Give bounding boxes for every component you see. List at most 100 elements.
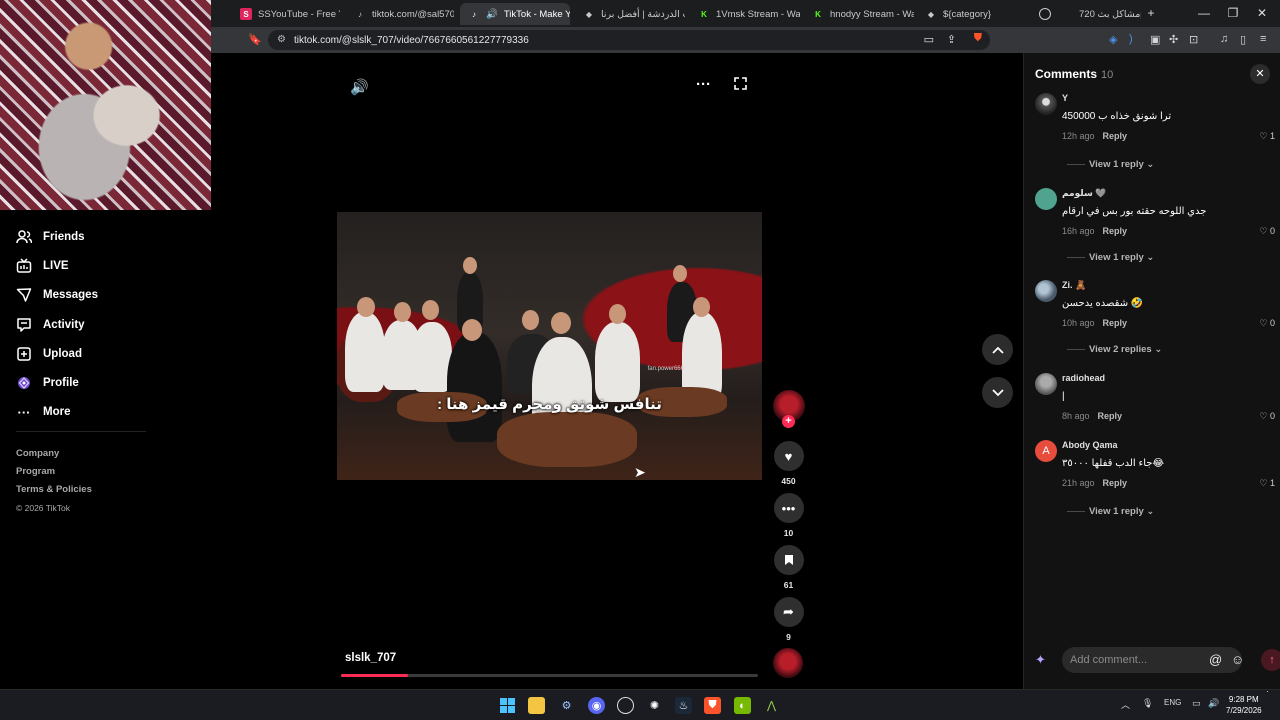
heart-icon[interactable]: ♥	[773, 441, 804, 471]
tab-stream-issues[interactable]: مشاكل بث 720p	[1031, 3, 1141, 25]
tab-tiktok-sal570[interactable]: ♪ tiktok.com/@sal570/vi	[346, 3, 454, 25]
share-icon[interactable]: ⇪	[947, 33, 956, 46]
system-clock[interactable]: 9:28 PM 7/29/2026	[1226, 694, 1262, 716]
file-explorer-icon[interactable]	[528, 697, 545, 714]
bookmark-icon[interactable]	[773, 545, 804, 575]
app-circle-icon[interactable]	[617, 697, 634, 714]
video-author[interactable]: slslk_707	[345, 652, 396, 664]
avatar[interactable]: A	[1035, 440, 1057, 462]
more-options-icon[interactable]: ···	[696, 76, 711, 93]
url-field[interactable]: ⚙ tiktok.com/@slslk_707/video/7667660561…	[268, 30, 990, 50]
company-link[interactable]: Company	[16, 445, 92, 463]
media-icon[interactable]: ♫	[1220, 33, 1228, 45]
network-icon[interactable]: ▭	[1192, 698, 1201, 709]
reply-button[interactable]: Reply	[1103, 226, 1128, 236]
sidebar-item-more[interactable]: ··· More	[0, 398, 211, 427]
nvidia-icon[interactable]: ◐	[734, 697, 751, 714]
view-replies-button[interactable]: View 1 reply ⌄	[1067, 159, 1154, 170]
comment-text: شقصده يدحسن 🤣	[1062, 298, 1144, 309]
windows-start-icon[interactable]	[499, 697, 516, 714]
volume-tray-icon[interactable]: 🔊	[1208, 698, 1219, 709]
avatar[interactable]	[1035, 373, 1057, 395]
steam-icon[interactable]: ♨	[675, 697, 692, 714]
app-gear-icon[interactable]: ✺	[646, 697, 663, 714]
new-tab-icon[interactable]: +	[1143, 6, 1159, 20]
comment-action[interactable]: ••• 10	[772, 493, 805, 538]
maximize-icon[interactable]: ❐	[1225, 6, 1241, 20]
extension-box-icon[interactable]: ▣	[1150, 33, 1160, 46]
mention-icon[interactable]: @	[1209, 652, 1222, 667]
site-info-icon[interactable]: ⚙	[277, 34, 286, 45]
comment-like[interactable]: ♡ 0	[1259, 411, 1275, 422]
emoji-icon[interactable]: ☺	[1231, 652, 1244, 667]
like-action[interactable]: ♥ 450	[772, 441, 805, 486]
share-arrow-icon[interactable]: ➦	[773, 597, 804, 627]
follow-plus-icon[interactable]: +	[782, 415, 795, 428]
comment-user[interactable]: سلومم 🩶	[1062, 188, 1107, 199]
sidebar-item-live[interactable]: LIVE	[0, 251, 211, 280]
avatar[interactable]	[1035, 188, 1057, 210]
tab-kick-1vmsk[interactable]: K 1Vmsk Stream - Watch	[690, 3, 800, 25]
tray-chevron-icon[interactable]: ︿	[1121, 698, 1130, 711]
save-action[interactable]: 61	[772, 545, 805, 590]
view-replies-button[interactable]: View 2 replies ⌄	[1067, 344, 1162, 355]
sidebar-icon[interactable]: ▯	[1240, 33, 1246, 46]
comment-user[interactable]: radiohead	[1062, 373, 1105, 383]
downloads-icon[interactable]: ⊡	[1189, 33, 1198, 46]
reply-button[interactable]: Reply	[1103, 478, 1128, 488]
sidebar-item-profile[interactable]: Profile	[0, 368, 211, 397]
comment-user[interactable]: Abody Qama	[1062, 440, 1118, 450]
menu-icon[interactable]: ≡	[1260, 33, 1266, 45]
tab-ssyoutube[interactable]: S SSYouTube - Free YouT	[232, 3, 340, 25]
send-comment-button[interactable]: ↑	[1261, 649, 1280, 671]
sidebar-item-friends[interactable]: Friends	[0, 222, 211, 251]
extension-audio-icon[interactable]: )	[1129, 33, 1133, 45]
next-video-button[interactable]	[982, 377, 1013, 408]
sidebar-item-messages[interactable]: Messages	[0, 281, 211, 310]
app-a-icon[interactable]: ⋀	[763, 697, 780, 714]
settings-gear-icon[interactable]: ⚙	[558, 697, 575, 714]
music-disc-icon[interactable]	[773, 648, 803, 678]
brave-shield-icon[interactable]: ⛊	[974, 32, 982, 45]
tab-chatbot[interactable]: ◆ بوت الدردشة | أفضل برنا	[575, 3, 685, 25]
comment-user[interactable]: Y	[1062, 93, 1068, 103]
share-action[interactable]: ➦ 9	[772, 597, 805, 642]
sidebar-item-activity[interactable]: Activity	[0, 310, 211, 339]
reply-button[interactable]: Reply	[1098, 411, 1123, 421]
close-window-icon[interactable]: ✕	[1254, 6, 1270, 20]
extensions-puzzle-icon[interactable]: ✣	[1169, 33, 1178, 46]
comment-user[interactable]: Zi. 🧸	[1062, 280, 1086, 291]
sidebar-item-upload[interactable]: Upload	[0, 339, 211, 368]
tab-kick-hnodyy[interactable]: K hnodyy Stream - Watc	[804, 3, 914, 25]
comment-like[interactable]: ♡ 0	[1259, 318, 1275, 329]
previous-video-button[interactable]	[982, 334, 1013, 365]
reply-button[interactable]: Reply	[1103, 318, 1128, 328]
comment-like[interactable]: ♡ 1	[1259, 131, 1275, 142]
minimize-icon[interactable]: —	[1196, 6, 1212, 20]
close-comments-button[interactable]: ✕	[1250, 64, 1270, 84]
microphone-icon[interactable]: 🎙	[1142, 698, 1153, 709]
cast-icon[interactable]: ▭	[924, 33, 934, 46]
notification-dot-icon[interactable]: ·	[1266, 686, 1269, 696]
comment-like[interactable]: ♡ 1	[1259, 478, 1275, 489]
avatar[interactable]	[1035, 280, 1057, 302]
input-language[interactable]: ENG	[1164, 698, 1181, 707]
brave-browser-icon[interactable]: ⛊	[704, 697, 721, 714]
tab-tiktok-active[interactable]: ♪ 🔊 TikTok - Make Y ✕	[460, 3, 570, 25]
view-replies-button[interactable]: View 1 reply ⌄	[1067, 252, 1154, 263]
tab-category[interactable]: ◆ ${category}	[917, 3, 1027, 25]
avatar[interactable]	[1035, 93, 1057, 115]
volume-icon[interactable]: 🔊	[350, 78, 369, 96]
comment-like[interactable]: ♡ 0	[1259, 226, 1275, 237]
extension-blue-icon[interactable]: ◈	[1109, 33, 1117, 46]
program-link[interactable]: Program	[16, 463, 92, 481]
video-frame[interactable]: تنافس شوتق ومجرم قيمز هنا : fan.power666	[337, 212, 762, 480]
terms-link[interactable]: Terms & Policies	[16, 481, 92, 499]
video-progress-bar[interactable]	[341, 674, 758, 677]
fullscreen-icon[interactable]	[734, 77, 747, 94]
reply-button[interactable]: Reply	[1103, 131, 1128, 141]
bookmark-icon[interactable]: 🔖	[248, 33, 262, 46]
comment-icon[interactable]: •••	[773, 493, 804, 523]
view-replies-button[interactable]: View 1 reply ⌄	[1067, 506, 1154, 517]
discord-icon[interactable]: ◉	[588, 697, 605, 714]
